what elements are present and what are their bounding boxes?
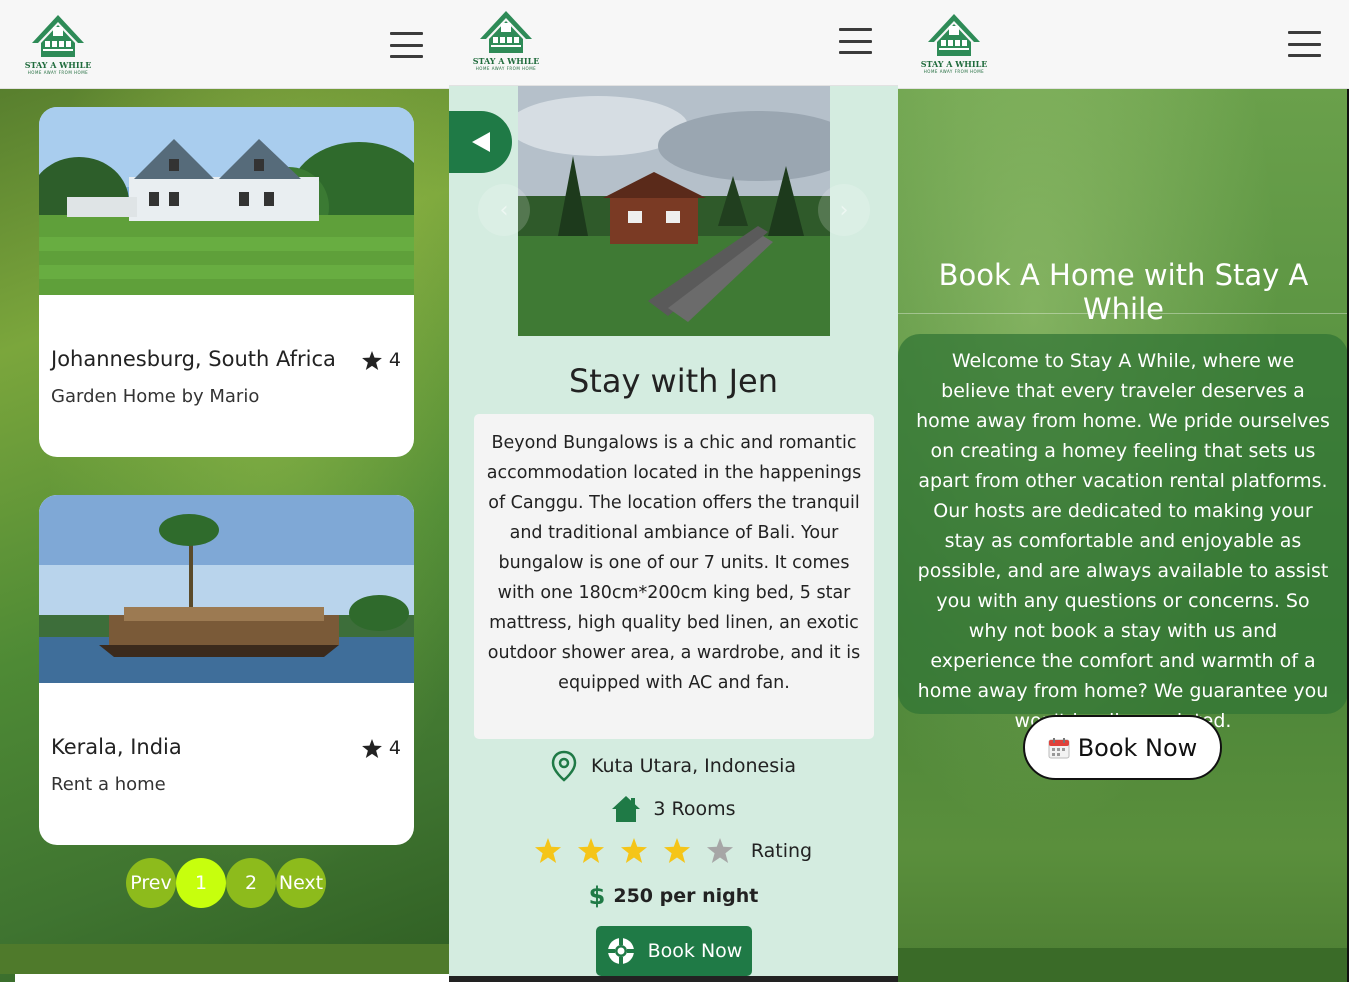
carousel-prev-icon[interactable]: ‹ bbox=[478, 184, 530, 236]
footer-edge bbox=[449, 976, 898, 982]
logo[interactable]: STAY A WHILE HOME AWAY FROM HOME bbox=[23, 13, 93, 75]
welcome-text: Welcome to Stay A While, where we believ… bbox=[898, 334, 1348, 732]
hero-book-now-label: Book Now bbox=[1077, 733, 1198, 762]
life-ring-icon bbox=[607, 938, 634, 964]
navbar: STAY A WHILE HOME AWAY FROM HOME bbox=[898, 0, 1349, 89]
map-pin-icon bbox=[551, 750, 577, 782]
caret-left-icon bbox=[471, 132, 490, 152]
rating-label: Rating bbox=[750, 839, 813, 862]
listing-location: Johannesburg, South Africa bbox=[51, 347, 336, 371]
house-logo-icon bbox=[480, 11, 532, 53]
footer-edge bbox=[15, 974, 449, 982]
listing-rating: 4 bbox=[361, 349, 401, 371]
panel-edge bbox=[1347, 0, 1349, 982]
logo-name: STAY A WHILE bbox=[24, 60, 92, 70]
logo-tagline: HOME AWAY FROM HOME bbox=[475, 66, 537, 71]
stay-rooms: 3 Rooms bbox=[653, 798, 736, 820]
pagination: Prev 1 2 Next bbox=[126, 858, 326, 908]
stay-title: Stay with Jen bbox=[568, 362, 779, 400]
logo-name: STAY A WHILE bbox=[472, 56, 540, 66]
footer-strip bbox=[898, 948, 1349, 982]
star-rating bbox=[534, 838, 733, 863]
carousel-photo bbox=[518, 86, 830, 336]
carousel-next-icon[interactable]: › bbox=[818, 184, 870, 236]
price-row: $ 250 per night bbox=[449, 882, 898, 910]
landing-panel: STAY A WHILE HOME AWAY FROM HOME Book A … bbox=[898, 0, 1349, 982]
listing-subtitle: Rent a home bbox=[51, 774, 166, 795]
listing-photo bbox=[39, 495, 414, 683]
page-2-button[interactable]: 2 bbox=[226, 858, 276, 908]
page-1-button[interactable]: 1 bbox=[176, 858, 226, 908]
listing-rating: 4 bbox=[361, 737, 401, 759]
logo-name: STAY A WHILE bbox=[920, 59, 988, 69]
listing-card[interactable]: Kerala, India 4 Rent a home bbox=[39, 495, 414, 845]
star-icon bbox=[361, 350, 382, 370]
prev-page-button[interactable]: Prev bbox=[126, 858, 176, 908]
back-button[interactable] bbox=[449, 111, 512, 173]
listing-location: Kerala, India bbox=[51, 735, 182, 759]
listings-panel: STAY A WHILE HOME AWAY FROM HOME Johanne… bbox=[0, 0, 449, 982]
book-now-button[interactable]: Book Now bbox=[596, 926, 752, 976]
navbar: STAY A WHILE HOME AWAY FROM HOME bbox=[0, 0, 449, 89]
hero-book-now-button[interactable]: Book Now bbox=[1023, 715, 1222, 780]
menu-icon[interactable] bbox=[1288, 31, 1321, 57]
menu-icon[interactable] bbox=[839, 28, 872, 54]
logo[interactable]: STAY A WHILE HOME AWAY FROM HOME bbox=[471, 9, 541, 71]
star-icon bbox=[620, 838, 647, 863]
next-page-button[interactable]: Next bbox=[276, 858, 326, 908]
footer-strip bbox=[0, 944, 449, 974]
logo[interactable]: STAY A WHILE HOME AWAY FROM HOME bbox=[919, 12, 989, 74]
stay-location: Kuta Utara, Indonesia bbox=[590, 755, 797, 777]
rating-row: Rating bbox=[449, 838, 898, 863]
house-logo-icon bbox=[32, 15, 84, 57]
star-icon bbox=[361, 738, 382, 758]
listing-rating-value: 4 bbox=[388, 349, 401, 371]
stay-description: Beyond Bungalows is a chic and romantic … bbox=[474, 414, 874, 739]
book-now-label: Book Now bbox=[647, 940, 743, 962]
location-row: Kuta Utara, Indonesia bbox=[449, 750, 898, 782]
stay-price: 250 per night bbox=[613, 885, 759, 907]
logo-tagline: HOME AWAY FROM HOME bbox=[923, 69, 985, 74]
star-icon bbox=[534, 838, 561, 863]
star-empty-icon bbox=[706, 838, 733, 863]
listing-photo bbox=[39, 107, 414, 295]
navbar: STAY A WHILE HOME AWAY FROM HOME bbox=[449, 0, 898, 86]
home-icon bbox=[612, 796, 641, 822]
detail-panel: STAY A WHILE HOME AWAY FROM HOME ‹ › Sta… bbox=[449, 0, 898, 982]
star-icon bbox=[663, 838, 690, 863]
listing-subtitle: Garden Home by Mario bbox=[51, 386, 260, 407]
star-icon bbox=[577, 838, 604, 863]
dollar-icon: $ bbox=[588, 882, 606, 910]
rooms-row: 3 Rooms bbox=[449, 795, 898, 823]
house-logo-icon bbox=[928, 14, 980, 56]
hero-title: Book A Home with Stay A While bbox=[938, 258, 1309, 326]
divider bbox=[898, 313, 1349, 314]
logo-tagline: HOME AWAY FROM HOME bbox=[27, 70, 89, 75]
listing-rating-value: 4 bbox=[388, 737, 401, 759]
listing-card[interactable]: Johannesburg, South Africa 4 Garden Home… bbox=[39, 107, 414, 457]
photo-carousel bbox=[518, 86, 830, 336]
calendar-icon bbox=[1048, 737, 1070, 758]
menu-icon[interactable] bbox=[390, 32, 423, 58]
